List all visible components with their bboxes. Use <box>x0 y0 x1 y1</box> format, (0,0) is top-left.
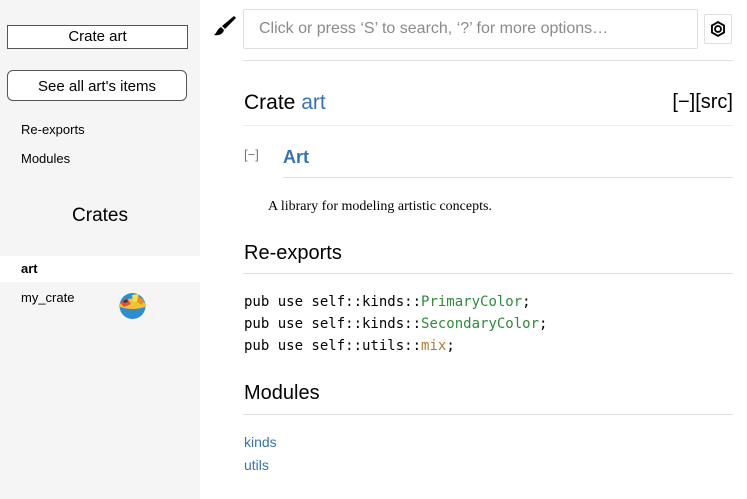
settings-gear-icon[interactable] <box>704 14 732 44</box>
crate-item-my-crate[interactable]: my_crate <box>0 285 200 311</box>
reexport-line: pub use self::kinds::SecondaryColor; <box>244 316 548 332</box>
header-divider <box>243 60 733 61</box>
module-link-kinds[interactable]: kinds <box>244 434 277 450</box>
theme-brush-icon[interactable] <box>213 14 237 38</box>
crate-item-art[interactable]: art <box>0 256 200 282</box>
reexport-item-link[interactable]: PrimaryColor <box>421 294 522 310</box>
collapse-src-links[interactable]: [−][src] <box>672 91 733 114</box>
reexport-item-link[interactable]: SecondaryColor <box>421 316 539 332</box>
reexports-divider <box>243 273 733 274</box>
all-items-button[interactable]: See all art's items <box>7 70 187 101</box>
search-input[interactable] <box>243 9 698 49</box>
sidebar-crate-title[interactable]: Crate art <box>7 25 188 49</box>
modules-divider <box>243 414 733 415</box>
modules-heading[interactable]: Modules <box>244 382 320 405</box>
reexport-line: pub use self::utils::mix; <box>244 338 455 354</box>
reexports-code-block: pub use self::kinds::PrimaryColor; pub us… <box>244 291 547 357</box>
module-link-utils[interactable]: utils <box>244 457 269 473</box>
reexport-line: pub use self::kinds::PrimaryColor; <box>244 294 531 310</box>
reexport-path: pub use self::utils:: <box>244 338 422 354</box>
title-divider <box>243 125 733 126</box>
page-title-crate-link[interactable]: art <box>301 91 326 114</box>
sidebar-link-modules[interactable]: Modules <box>21 151 70 166</box>
doc-heading-divider <box>283 177 733 178</box>
doc-heading-art[interactable]: Art <box>283 147 309 168</box>
sidebar: Crate art See all art's items Re-exports… <box>0 0 200 499</box>
reexports-heading[interactable]: Re-exports <box>244 242 342 265</box>
page-title-prefix: Crate <box>244 91 302 114</box>
doc-description: A library for modeling artistic concepts… <box>268 199 492 214</box>
doc-collapse-toggle[interactable]: [−] <box>244 147 259 162</box>
page-title: Crate art <box>244 91 326 115</box>
sidebar-link-reexports[interactable]: Re-exports <box>21 122 85 137</box>
reexport-item-link[interactable]: mix <box>421 338 446 354</box>
crates-heading: Crates <box>72 205 128 226</box>
reexport-path: pub use self::kinds:: <box>244 316 422 332</box>
crate-logo-icon <box>119 293 146 319</box>
reexport-path: pub use self::kinds:: <box>244 294 422 310</box>
